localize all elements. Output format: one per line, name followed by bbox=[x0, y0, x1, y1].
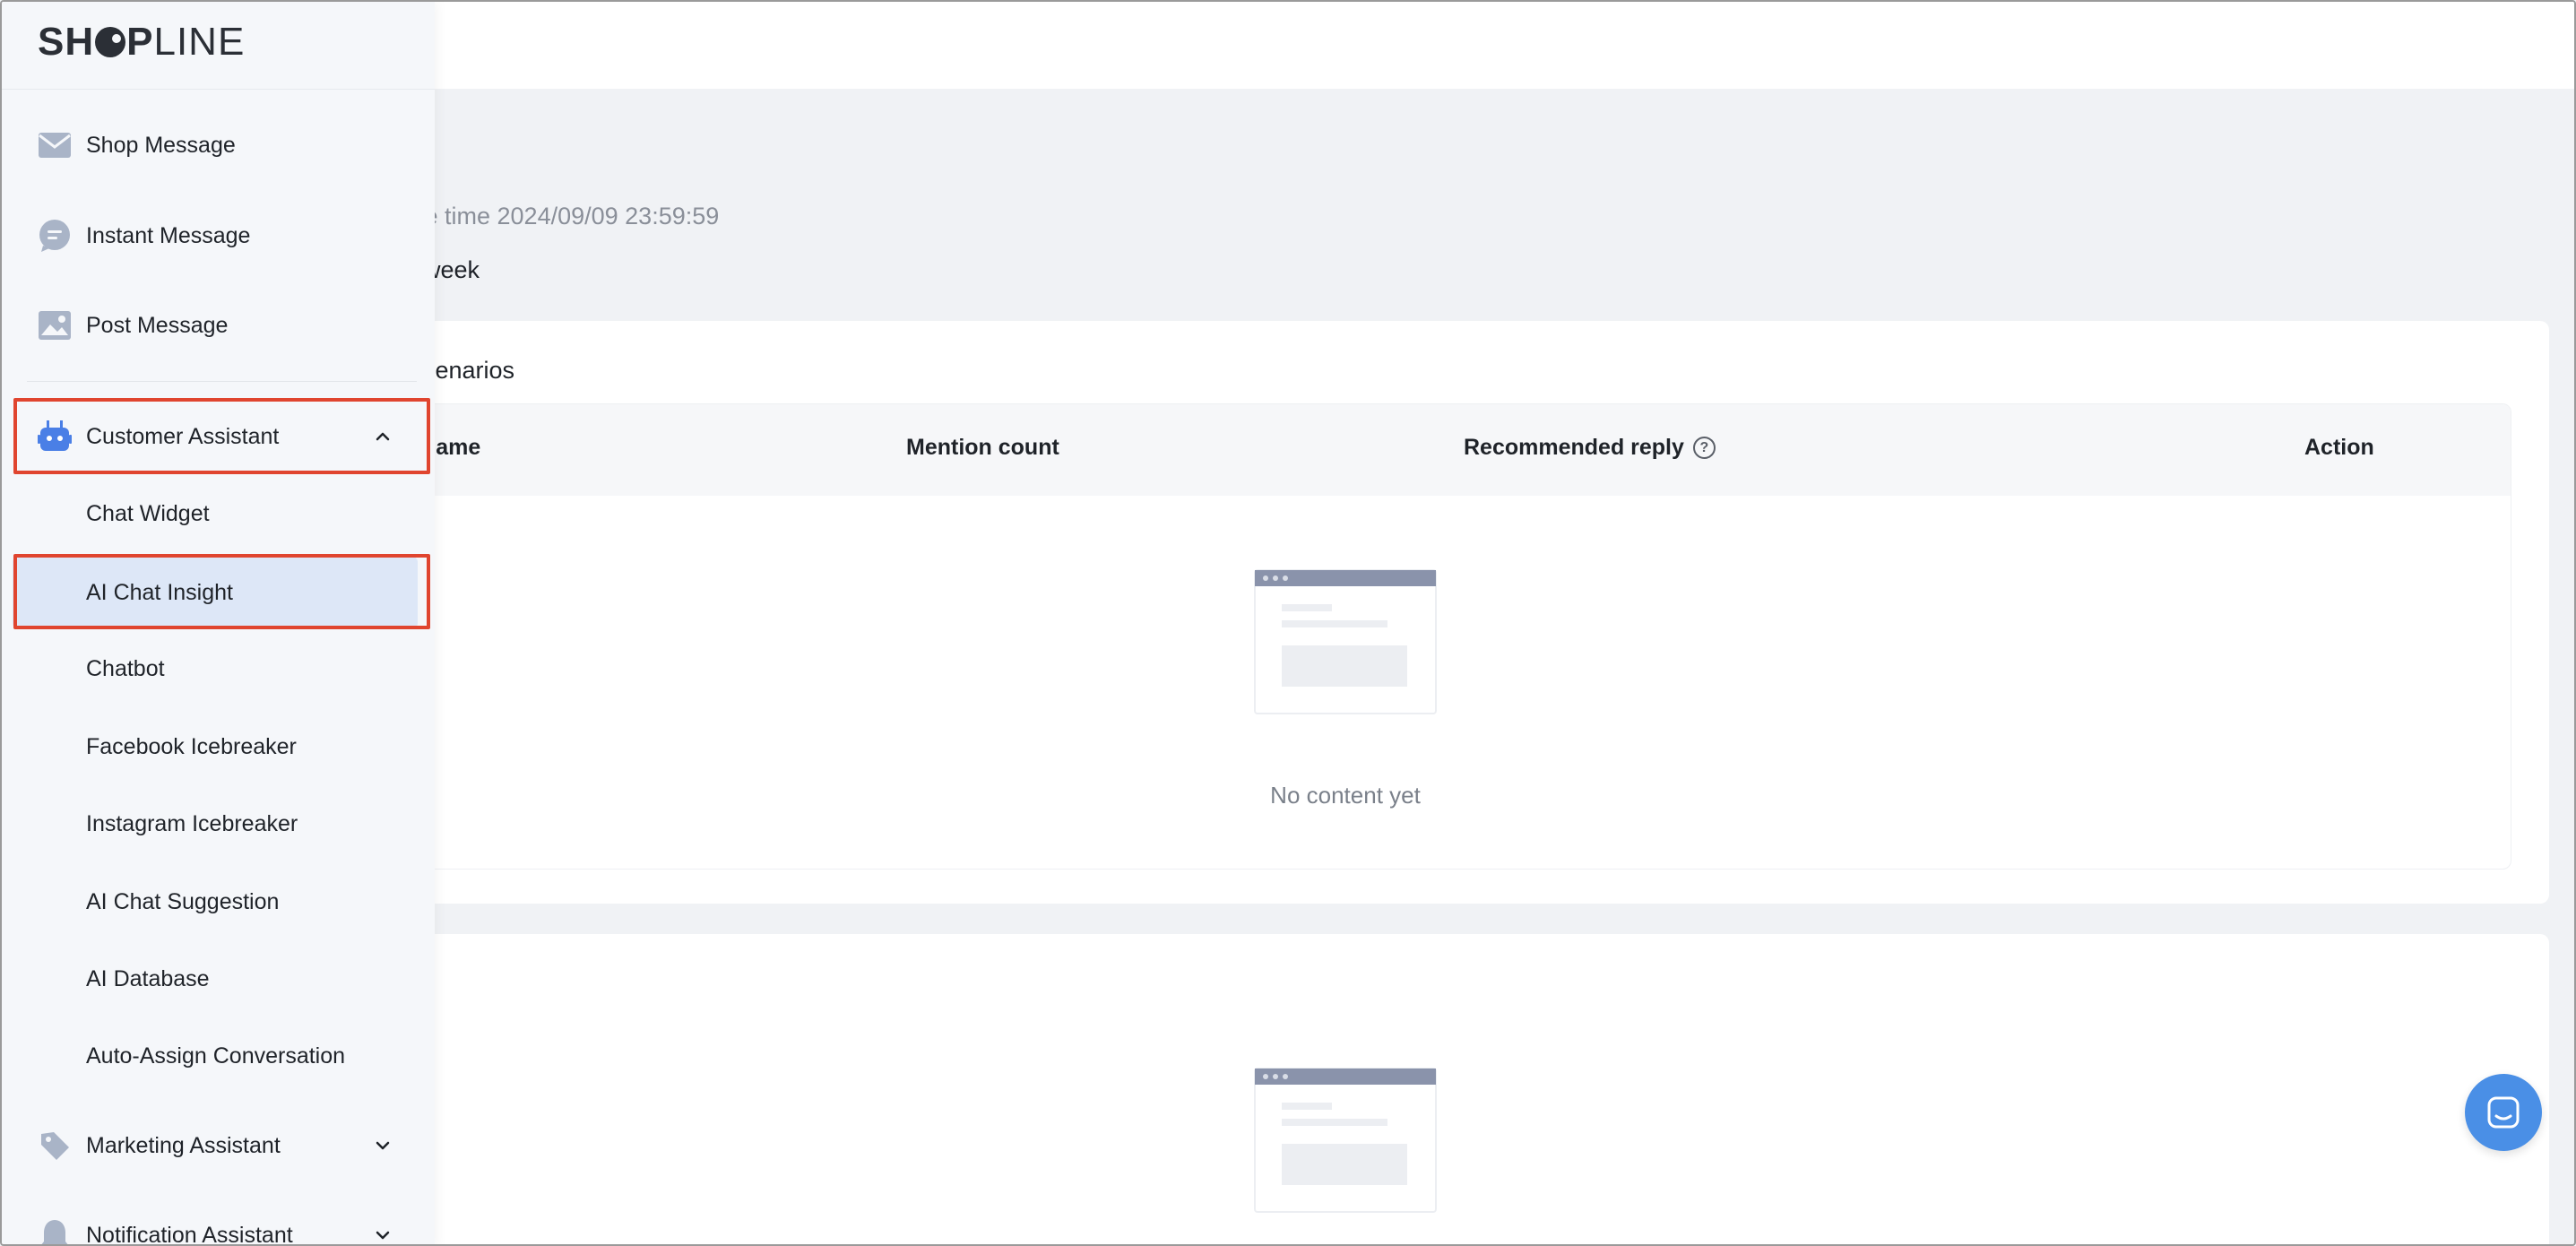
column-header-action: Action bbox=[2304, 435, 2374, 460]
sidebar-item-marketing-assistant[interactable]: Marketing Assistant bbox=[13, 1110, 428, 1181]
empty-state-illustration-2 bbox=[1254, 1068, 1437, 1213]
sidebar-subitem-label: Chat Widget bbox=[86, 500, 210, 526]
sidebar-item-customer-assistant[interactable]: Customer Assistant bbox=[13, 401, 428, 472]
sidebar-item-label: Customer Assistant bbox=[86, 423, 280, 449]
sidebar-subitem-ai-database[interactable]: AI Database bbox=[13, 943, 418, 1015]
shopline-logo[interactable]: SH P LINE bbox=[38, 20, 245, 64]
app-window: te time 2024/09/09 23:59:59 week cenario… bbox=[0, 0, 2576, 1246]
sidebar-subitem-label: Auto-Assign Conversation bbox=[86, 1043, 346, 1069]
sidebar-subitem-label: AI Chat Suggestion bbox=[86, 888, 280, 914]
sidebar-item-label: Notification Assistant bbox=[86, 1222, 293, 1246]
support-chat-button[interactable] bbox=[2465, 1074, 2542, 1151]
empty-state-text: No content yet bbox=[1270, 782, 1421, 809]
second-card bbox=[387, 934, 2549, 1244]
sidebar-item-post-message[interactable]: Post Message bbox=[13, 290, 428, 361]
logo-divider bbox=[2, 89, 435, 90]
sidebar-divider bbox=[27, 381, 417, 382]
sidebar-subitem-chat-widget[interactable]: Chat Widget bbox=[13, 478, 418, 549]
sidebar-subitem-label: AI Chat Insight bbox=[86, 579, 233, 605]
sidebar-subitem-label: Facebook Icebreaker bbox=[86, 733, 297, 759]
table-header: name Mention count Recommended reply ? A… bbox=[388, 404, 2511, 496]
chat-bubble-icon bbox=[38, 219, 72, 253]
envelope-icon bbox=[38, 128, 72, 162]
help-icon[interactable]: ? bbox=[1692, 437, 1716, 459]
sidebar-item-shop-message[interactable]: Shop Message bbox=[13, 109, 428, 181]
robot-icon bbox=[38, 420, 72, 454]
tag-icon bbox=[38, 1129, 72, 1163]
logo-o-mark bbox=[95, 27, 126, 57]
sidebar-item-notification-assistant[interactable]: Notification Assistant bbox=[13, 1199, 428, 1246]
sidebar-subitem-label: AI Database bbox=[86, 965, 210, 991]
section-title: cenarios bbox=[423, 357, 515, 384]
empty-state-illustration bbox=[1254, 569, 1437, 714]
chevron-down-icon bbox=[376, 1231, 390, 1240]
bell-icon bbox=[38, 1218, 72, 1244]
column-header-mention-count: Mention count bbox=[906, 435, 1059, 460]
sidebar-subitem-chatbot[interactable]: Chatbot bbox=[13, 633, 418, 705]
sidebar-subitem-ai-chat-suggestion[interactable]: AI Chat Suggestion bbox=[13, 866, 418, 938]
sidebar-item-label: Post Message bbox=[86, 312, 229, 338]
chevron-down-icon bbox=[376, 1141, 390, 1150]
sidebar-subitem-facebook-icebreaker[interactable]: Facebook Icebreaker bbox=[13, 711, 418, 783]
sidebar-item-label: Shop Message bbox=[86, 132, 236, 158]
sidebar-subitem-auto-assign-conversation[interactable]: Auto-Assign Conversation bbox=[13, 1020, 418, 1092]
sidebar-subitem-instagram-icebreaker[interactable]: Instagram Icebreaker bbox=[13, 788, 418, 860]
sidebar-subitem-ai-chat-insight[interactable]: AI Chat Insight bbox=[13, 557, 418, 628]
chat-icon bbox=[2487, 1096, 2520, 1129]
image-icon bbox=[38, 308, 72, 342]
update-time-text: te time 2024/09/09 23:59:59 bbox=[418, 203, 720, 229]
sidebar-item-instant-message[interactable]: Instant Message bbox=[13, 200, 428, 272]
sidebar-item-label: Instant Message bbox=[86, 222, 251, 248]
chevron-up-icon bbox=[376, 432, 390, 441]
sidebar-subitem-label: Chatbot bbox=[86, 655, 165, 681]
column-header-recommended-reply: Recommended reply ? bbox=[1464, 435, 1716, 461]
sidebar-subitem-label: Instagram Icebreaker bbox=[86, 810, 298, 836]
sidebar: SH P LINE Shop Message Instant Message Pos… bbox=[2, 2, 435, 1246]
sidebar-item-label: Marketing Assistant bbox=[86, 1132, 281, 1158]
